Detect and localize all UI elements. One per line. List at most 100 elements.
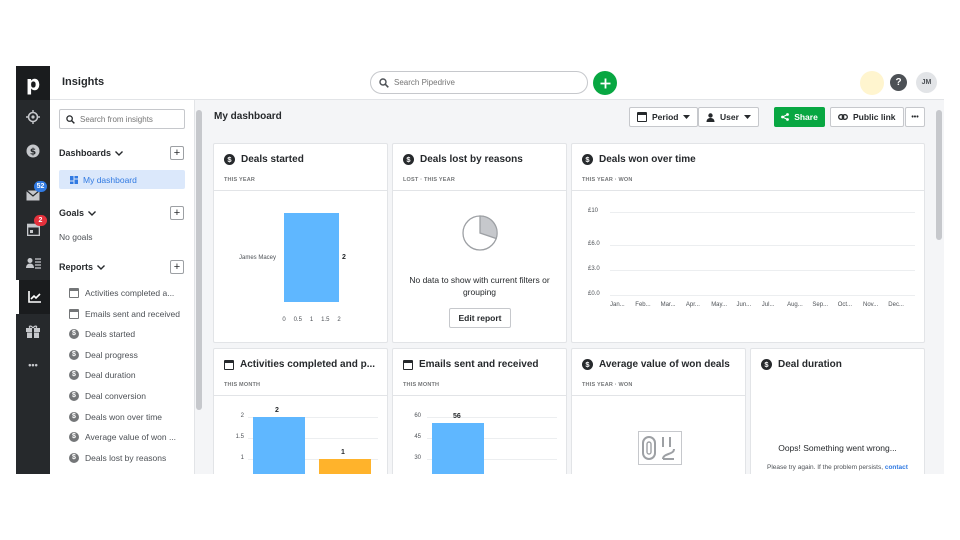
card-title: $ Deal duration — [761, 359, 842, 370]
month-label: Jul... — [761, 302, 775, 308]
nav-insights-icon[interactable] — [16, 280, 50, 314]
share-button[interactable]: Share — [774, 107, 825, 127]
nav-deals-icon[interactable]: $ — [16, 134, 50, 168]
quick-add-button[interactable] — [593, 71, 617, 95]
search-icon — [379, 77, 389, 88]
card-activities[interactable]: Activities completed and p... THIS MONTH… — [213, 348, 388, 474]
sidebar-report-item[interactable]: $ Deal progress — [69, 348, 138, 362]
card-subtitle: THIS YEAR — [224, 177, 256, 183]
svg-text:$: $ — [30, 148, 36, 158]
period-filter-button[interactable]: Period — [629, 107, 699, 127]
card-subtitle: LOST · THIS YEAR — [403, 177, 455, 183]
dashboards-toggle[interactable]: Dashboards — [59, 148, 124, 158]
sidebar-report-item[interactable]: Activities completed a... — [69, 286, 174, 300]
calendar-icon — [403, 359, 413, 370]
x-tick-label: 1.5 — [321, 317, 330, 323]
bar-james-macey[interactable] — [284, 213, 339, 302]
month-label: Nov... — [863, 302, 879, 308]
y-tick-label: 1 — [240, 455, 244, 461]
sidebar-report-item[interactable]: $ Deal duration — [69, 368, 136, 382]
goals-toggle[interactable]: Goals — [59, 208, 97, 218]
error-message: Oops! Something went wrong... — [778, 443, 897, 453]
dollar-icon: $ — [69, 329, 79, 339]
dashboard-icon — [70, 175, 78, 184]
month-label: May... — [711, 302, 728, 308]
nav-calendar-icon[interactable]: 2 — [16, 212, 50, 246]
error-detail: Please try again. If the problem persist… — [767, 464, 908, 471]
card-deals-won[interactable]: $ Deals won over time THIS YEAR · WON £10… — [571, 143, 925, 343]
card-deals-started[interactable]: $ Deals started THIS YEAR James Macey 2 0… — [213, 143, 388, 343]
sidebar-report-item[interactable]: $ Deals lost by reasons — [69, 451, 166, 465]
calendar-badge: 2 — [34, 215, 47, 226]
more-options-button[interactable]: ••• — [905, 107, 925, 127]
card-title: Activities completed and p... — [224, 359, 375, 370]
global-search-input[interactable] — [394, 78, 574, 87]
user-avatar[interactable]: JM — [916, 72, 937, 93]
share-label: Share — [794, 112, 818, 122]
x-tick-label: 0 — [282, 317, 286, 323]
pipedrive-logo[interactable]: p — [16, 66, 50, 100]
dollar-icon: $ — [582, 154, 593, 165]
report-label: Deals started — [85, 329, 136, 339]
user-label: User — [720, 112, 739, 122]
dollar-icon: $ — [69, 370, 79, 380]
nav-marketplace-icon[interactable] — [16, 314, 50, 348]
insights-search-input[interactable] — [80, 114, 180, 124]
caret-down-icon — [683, 115, 691, 119]
card-emails[interactable]: Emails sent and received THIS MONTH 60 45… — [392, 348, 567, 474]
sidebar-report-item[interactable]: $ Average value of won ... — [69, 430, 176, 444]
global-search[interactable] — [370, 71, 588, 94]
sidebar-report-item[interactable]: $ Deals won over time — [69, 410, 162, 424]
sidebar-item-my-dashboard[interactable]: My dashboard — [59, 170, 185, 189]
x-tick-label: 2 — [337, 317, 341, 323]
card-deal-duration[interactable]: $ Deal duration Oops! Something went wron… — [750, 348, 925, 474]
calendar-icon — [637, 112, 647, 122]
sidebar-report-item[interactable]: Emails sent and received — [69, 307, 180, 321]
public-link-button[interactable]: Public link — [830, 107, 904, 127]
nav-mail-icon[interactable]: 52 — [16, 178, 50, 212]
user-filter-button[interactable]: User — [698, 107, 759, 127]
bar-segment — [253, 417, 305, 474]
main-scroll-thumb[interactable] — [936, 110, 942, 240]
main-scrollbar[interactable] — [934, 100, 944, 474]
report-label: Average value of won ... — [85, 432, 177, 442]
sidebar-report-item[interactable]: $ Deals started — [69, 327, 135, 341]
reports-toggle[interactable]: Reports — [59, 262, 106, 272]
caret-down-icon — [743, 115, 751, 119]
help-icon[interactable]: ? — [890, 74, 907, 91]
add-report-button[interactable]: + — [170, 260, 184, 274]
y-tick-label: £0.0 — [588, 291, 600, 297]
calendar-icon — [224, 359, 234, 370]
edit-report-button[interactable]: Edit report — [449, 308, 511, 328]
share-icon — [781, 113, 790, 121]
user-icon — [706, 112, 715, 122]
contact-link[interactable]: contact — [885, 464, 908, 471]
add-goal-button[interactable]: + — [170, 206, 184, 220]
month-label: Dec... — [888, 302, 904, 308]
page-title: My dashboard — [214, 111, 282, 122]
insights-search[interactable] — [59, 109, 185, 129]
add-dashboard-button[interactable]: + — [170, 146, 184, 160]
month-label: Feb... — [635, 302, 651, 308]
nav-target-icon[interactable] — [16, 100, 50, 134]
sidebar-scrollbar[interactable] — [195, 100, 203, 474]
search-icon — [66, 114, 75, 124]
dollar-icon: $ — [69, 453, 79, 463]
nav-contacts-icon[interactable] — [16, 246, 50, 280]
nav-more-icon[interactable]: ••• — [16, 348, 50, 382]
bar-emails — [432, 422, 484, 474]
card-title: $ Deals started — [224, 154, 304, 165]
goals-label: Goals — [59, 208, 85, 218]
card-average-value[interactable]: $ Average value of won deals THIS YEAR · … — [571, 348, 746, 474]
gridline — [427, 417, 557, 418]
card-subtitle: THIS MONTH — [224, 382, 261, 388]
sidebar-scroll-thumb[interactable] — [196, 110, 202, 410]
plus-icon — [600, 78, 610, 88]
period-label: Period — [652, 112, 679, 122]
chevron-down-icon — [115, 150, 124, 156]
sidebar-report-item[interactable]: $ Deal conversion — [69, 389, 146, 403]
report-label: Deal conversion — [85, 391, 146, 401]
card-deals-lost[interactable]: $ Deals lost by reasons LOST · THIS YEAR … — [392, 143, 567, 343]
y-tick-label: £6.0 — [588, 241, 600, 247]
sales-assistant-button[interactable] — [860, 71, 884, 95]
